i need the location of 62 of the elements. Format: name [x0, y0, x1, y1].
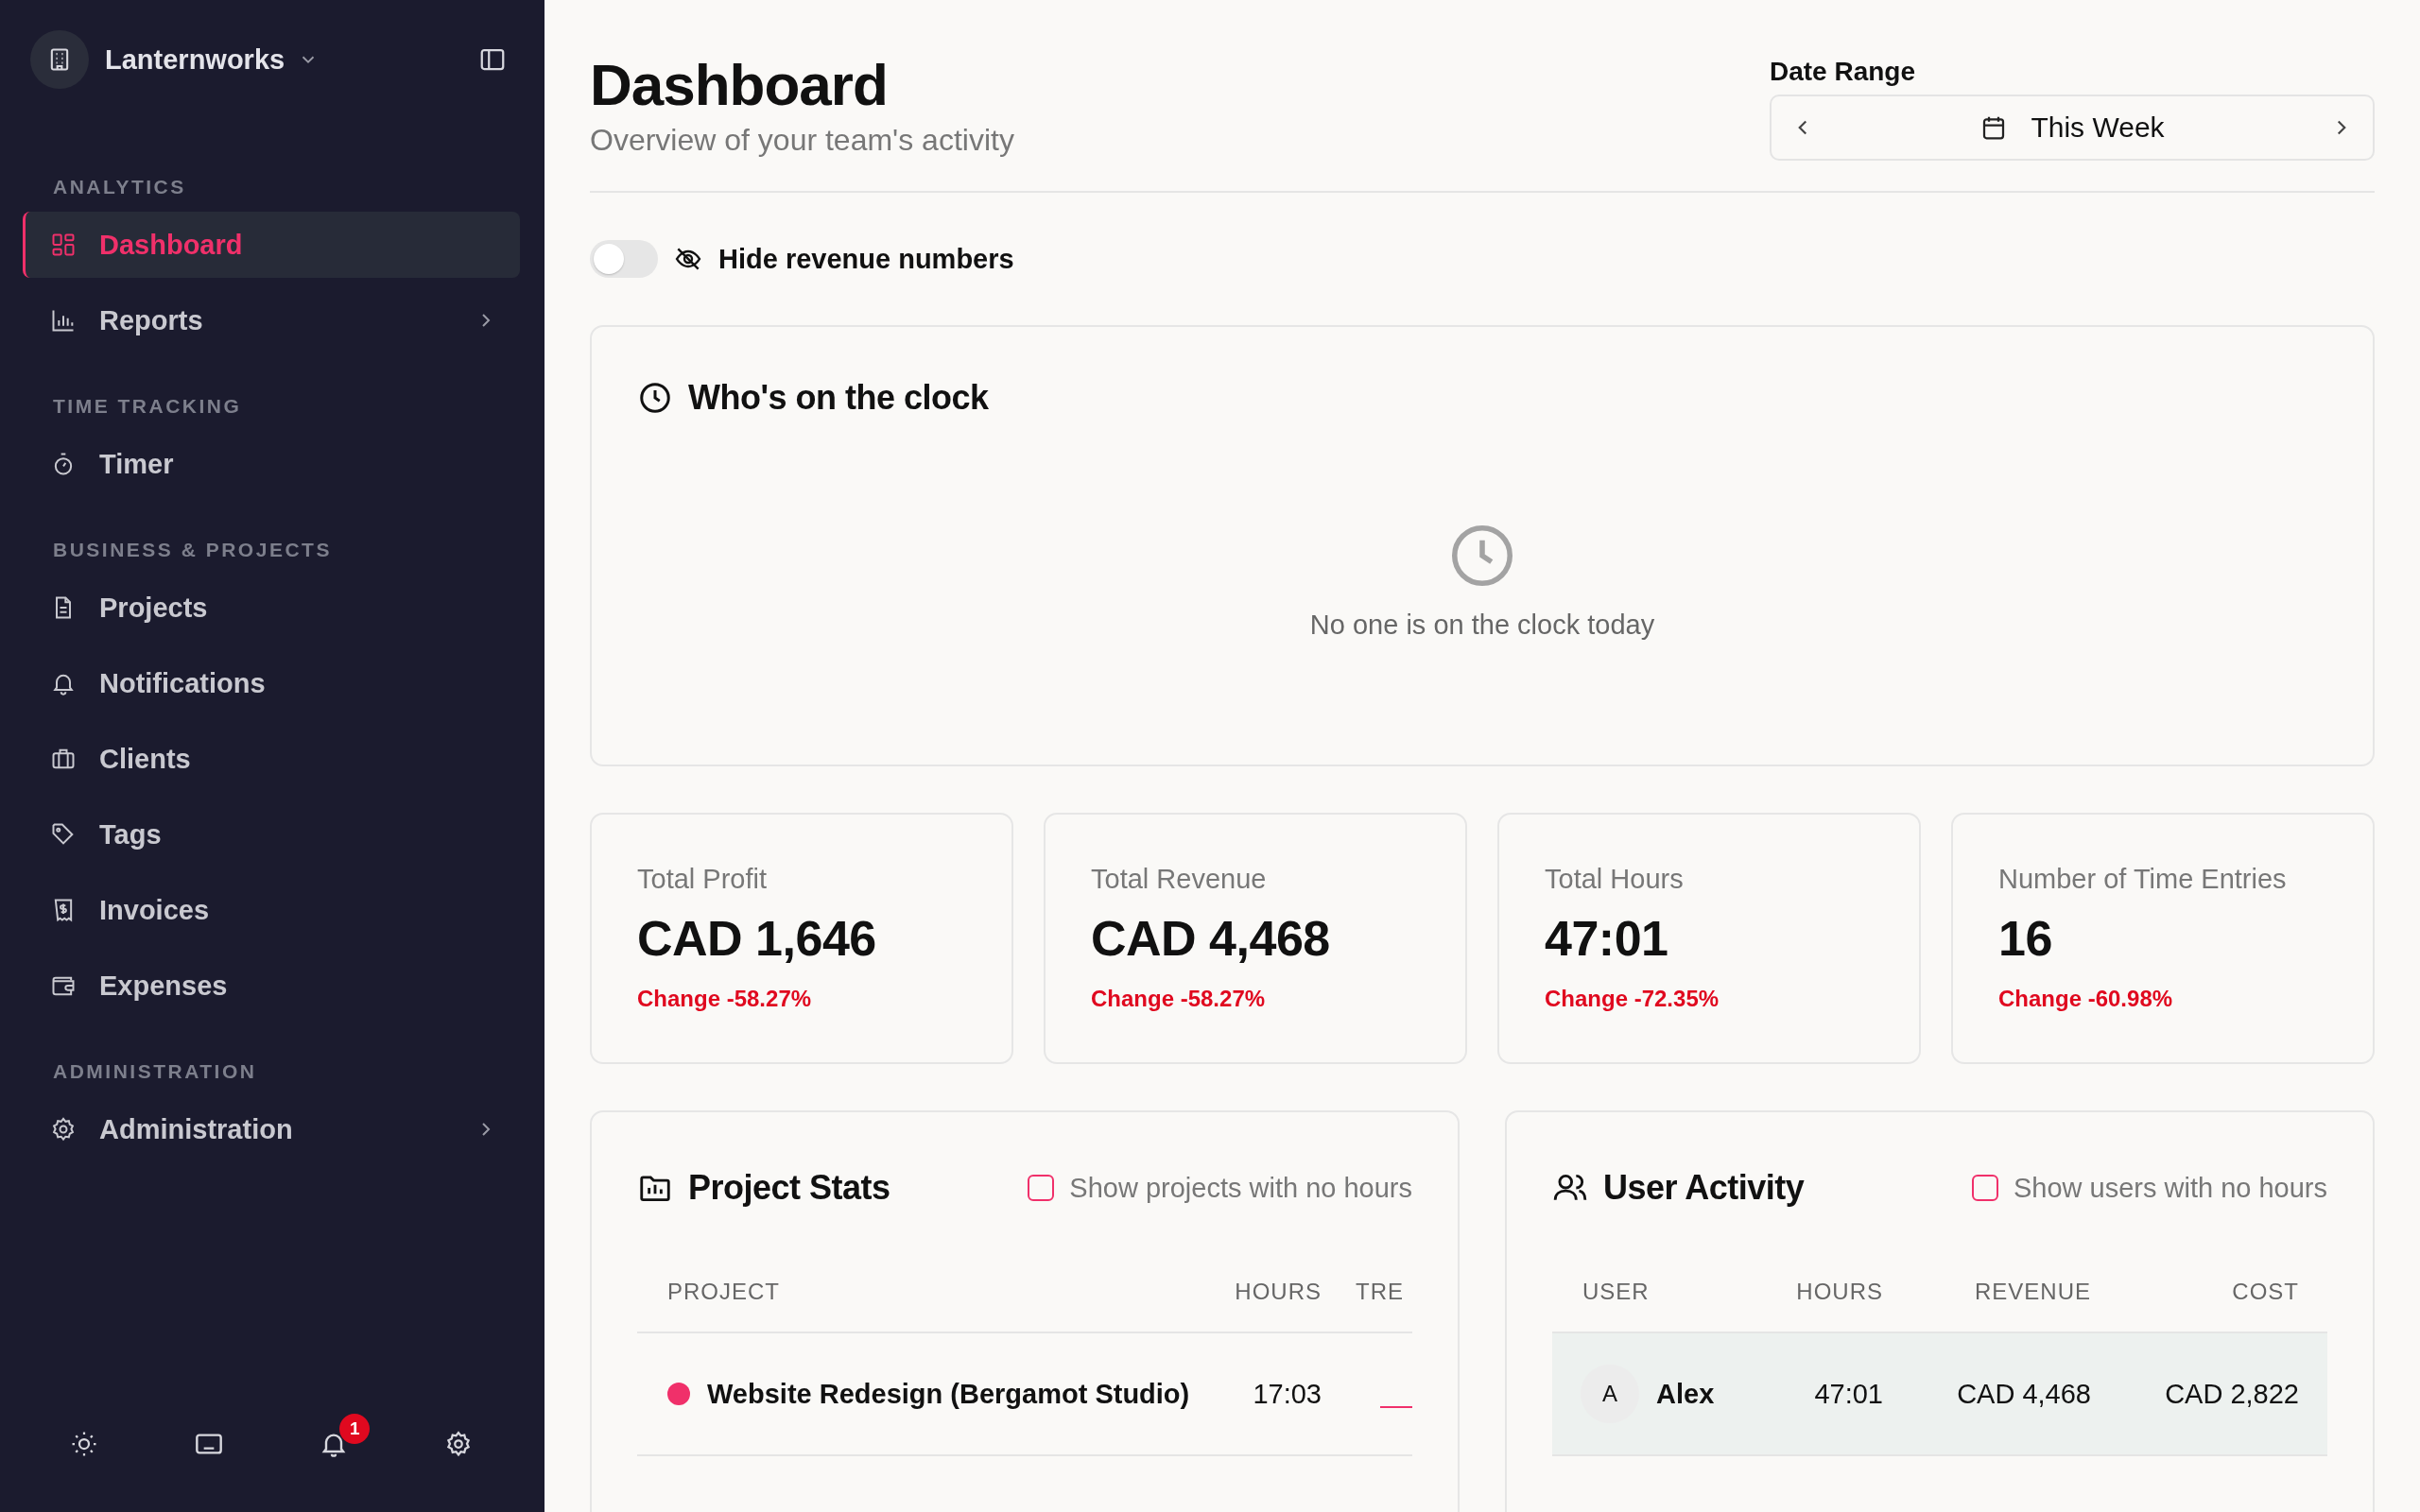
project-name: Website Redesign (Bergamot Studio) [707, 1378, 1190, 1410]
nav-item[interactable]: Reports [23, 287, 520, 353]
stat-value: CAD 1,646 [637, 910, 876, 967]
table-cell-text: CAD 4,468 [1956, 1378, 2091, 1410]
page-title: Dashboard [590, 53, 889, 118]
column-header: USER [1582, 1279, 1651, 1305]
table-row[interactable]: A Alex 47:01 CAD 4,468 CAD 2,822 [1552, 1333, 2327, 1456]
column-header: REVENUE [1973, 1279, 2091, 1305]
card-title: User Activity [1603, 1168, 1805, 1208]
user-name: Alex [1656, 1378, 1715, 1410]
nav-item[interactable]: Tags [23, 801, 520, 868]
card-title: Project Stats [688, 1168, 890, 1208]
checkbox-label: Show users with no hours [2013, 1172, 2327, 1204]
stat-label: Total Revenue [1091, 864, 1267, 895]
nav-item[interactable]: Administration [23, 1096, 520, 1162]
nav-item[interactable]: Expenses [23, 953, 520, 1019]
stat-change: Change -72.35% [1545, 986, 1720, 1012]
column-header: PROJECT [666, 1279, 781, 1305]
stat-change: Change -58.27% [637, 986, 812, 1012]
nav-item[interactable]: Notifications [23, 650, 520, 716]
workspace-switcher[interactable]: Lanternworks [89, 43, 320, 76]
nav-item[interactable]: Clients [23, 726, 520, 792]
stat-label: Total Hours [1545, 864, 1684, 895]
nav-item[interactable]: Projects [23, 575, 520, 641]
settings-icon [50, 1116, 77, 1143]
date-range-label: Date Range [1770, 57, 1917, 87]
nav-item[interactable]: Dashboard [23, 212, 520, 278]
stat-value: 16 [1998, 910, 2052, 967]
toggle-label: Hide revenue numbers [718, 243, 1014, 275]
stat-change: Change -60.98% [1998, 986, 2173, 1012]
table-cell-text: 17:03 [1252, 1378, 1322, 1410]
empty-message: No one is on the clock today [1309, 610, 1655, 641]
stat-change: Change -58.27% [1091, 986, 1266, 1012]
notification-badge: 1 [339, 1414, 371, 1444]
clock-icon [637, 380, 673, 416]
stat-value: CAD 4,468 [1091, 910, 1330, 967]
section-heading: ANALYTICS [52, 176, 187, 198]
nav-item[interactable]: Timer [23, 431, 520, 497]
checkbox[interactable] [1971, 1175, 1998, 1201]
trend-sparkline [1380, 1405, 1412, 1409]
card-title: Who's on the clock [688, 378, 989, 418]
column-header: COST [2231, 1279, 2300, 1305]
sun-icon[interactable] [70, 1430, 99, 1458]
checkbox-label: Show projects with no hours [1069, 1172, 1412, 1204]
column-header: HOURS [1234, 1279, 1322, 1305]
section-heading: TIME TRACKING [52, 395, 243, 418]
column-header: HOURS [1795, 1279, 1883, 1305]
column-header: TRE [1355, 1279, 1405, 1305]
table-cell-text: 47:01 [1813, 1378, 1883, 1410]
section-heading: BUSINESS & PROJECTS [52, 539, 333, 561]
checkbox[interactable] [1028, 1175, 1055, 1201]
nav-item[interactable]: Invoices [23, 877, 520, 943]
grid-icon [50, 232, 77, 258]
user-avatar: A [1581, 1365, 1639, 1423]
section-heading: ADMINISTRATION [52, 1060, 258, 1083]
date-range-value[interactable]: This Week [2031, 112, 2165, 144]
toggle-switch[interactable] [590, 240, 658, 278]
stat-label: Number of Time Entries [1998, 864, 2287, 895]
stat-label: Total Profit [637, 864, 767, 895]
page-subtitle: Overview of your team's activity [590, 123, 1014, 159]
table-cell-text: CAD 2,822 [2164, 1378, 2300, 1410]
stat-value: 47:01 [1545, 910, 1668, 967]
